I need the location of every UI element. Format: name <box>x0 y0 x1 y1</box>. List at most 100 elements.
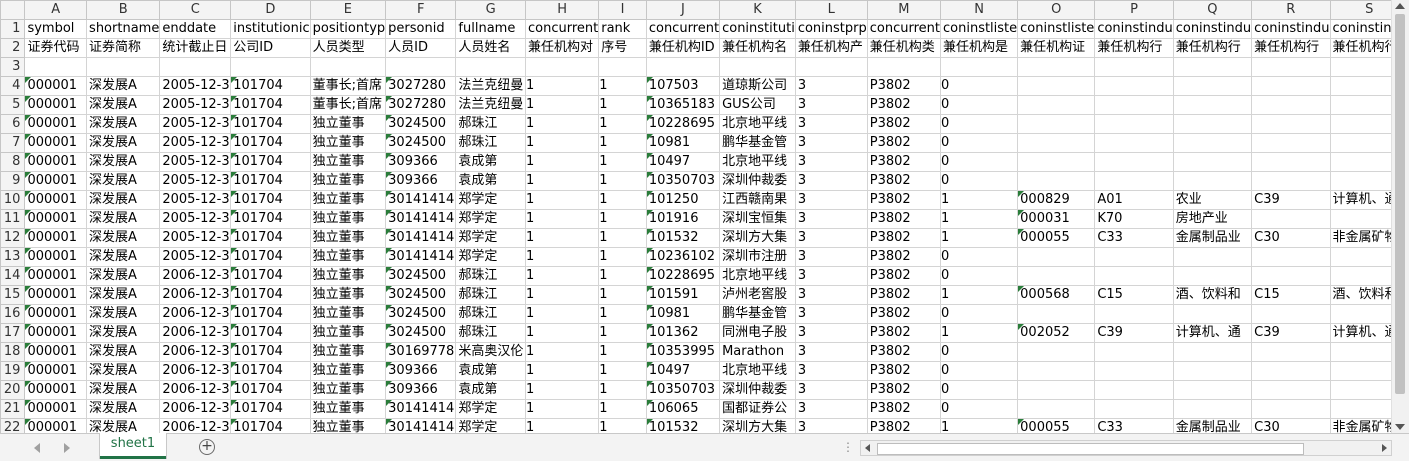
cell-n4[interactable]: 0 <box>939 76 1019 96</box>
cell-m3[interactable] <box>866 57 942 77</box>
cell-b10[interactable]: 深发展A <box>86 190 161 210</box>
cell-e12[interactable]: 独立董事 <box>309 228 387 248</box>
cell-p3[interactable] <box>1094 57 1174 77</box>
cell-i13[interactable]: 1 <box>598 247 647 267</box>
horizontal-scrollbar[interactable] <box>860 440 1392 456</box>
cell-n9[interactable]: 0 <box>939 171 1019 191</box>
cell-j1[interactable]: concurrent <box>645 19 721 39</box>
cell-j16[interactable]: 10981 <box>645 304 721 324</box>
cell-e22[interactable]: 独立董事 <box>309 418 387 433</box>
cell-a3[interactable] <box>24 57 88 77</box>
cell-e8[interactable]: 独立董事 <box>309 152 387 172</box>
cell-b22[interactable]: 深发展A <box>86 418 161 433</box>
cell-a21[interactable]: 000001 <box>24 399 88 419</box>
cell-b11[interactable]: 深发展A <box>86 209 161 229</box>
row-header[interactable]: 9 <box>0 171 26 191</box>
cell-h19[interactable]: 1 <box>524 361 600 381</box>
column-header-g[interactable]: G <box>455 0 526 20</box>
cell-p21[interactable] <box>1094 399 1174 419</box>
cell-l20[interactable]: 3 <box>794 380 868 400</box>
cell-e2[interactable]: 人员类型 <box>309 38 387 58</box>
cell-r4[interactable] <box>1251 76 1331 96</box>
cell-h6[interactable]: 1 <box>524 114 600 134</box>
cell-p13[interactable] <box>1094 247 1174 267</box>
cell-f7[interactable]: 3024500 <box>385 133 457 153</box>
cell-n7[interactable]: 0 <box>939 133 1019 153</box>
column-header-d[interactable]: D <box>230 0 311 20</box>
cell-h20[interactable]: 1 <box>524 380 600 400</box>
cell-o12[interactable]: 000055 <box>1017 228 1096 248</box>
cell-n15[interactable]: 1 <box>939 285 1019 305</box>
horizontal-scroll-thumb[interactable] <box>877 443 1304 455</box>
cell-c1[interactable]: enddate <box>159 19 232 39</box>
cell-c2[interactable]: 统计截止日 <box>159 38 232 58</box>
cell-a4[interactable]: 000001 <box>24 76 88 96</box>
cell-c13[interactable]: 2005-12-3 <box>159 247 232 267</box>
cell-j7[interactable]: 10981 <box>645 133 721 153</box>
cell-g11[interactable]: 郑学定 <box>455 209 526 229</box>
cell-e13[interactable]: 独立董事 <box>309 247 387 267</box>
cell-f9[interactable]: 309366 <box>385 171 457 191</box>
cell-d9[interactable]: 101704 <box>230 171 311 191</box>
cell-f3[interactable] <box>385 57 457 77</box>
cell-m6[interactable]: P3802 <box>866 114 942 134</box>
cell-q20[interactable] <box>1172 380 1253 400</box>
cell-r9[interactable] <box>1251 171 1331 191</box>
column-header-f[interactable]: F <box>385 0 457 20</box>
cell-i16[interactable]: 1 <box>598 304 647 324</box>
cell-e20[interactable]: 独立董事 <box>309 380 387 400</box>
cell-p12[interactable]: C33 <box>1094 228 1174 248</box>
cell-k5[interactable]: GUS公司 <box>719 95 796 115</box>
row-header[interactable]: 5 <box>0 95 26 115</box>
cell-m19[interactable]: P3802 <box>866 361 942 381</box>
column-header-c[interactable]: C <box>159 0 232 20</box>
sheet-tab-sheet1[interactable]: sheet1 <box>100 433 166 459</box>
cell-l15[interactable]: 3 <box>794 285 868 305</box>
cell-n22[interactable]: 1 <box>939 418 1019 433</box>
cell-f14[interactable]: 3024500 <box>385 266 457 286</box>
cell-e15[interactable]: 独立董事 <box>309 285 387 305</box>
cell-h8[interactable]: 1 <box>524 152 600 172</box>
cell-b1[interactable]: shortname <box>86 19 161 39</box>
cell-c11[interactable]: 2005-12-3 <box>159 209 232 229</box>
cell-n6[interactable]: 0 <box>939 114 1019 134</box>
cell-j17[interactable]: 101362 <box>645 323 721 343</box>
cell-r19[interactable] <box>1251 361 1331 381</box>
cell-e5[interactable]: 董事长;首席 <box>309 95 387 115</box>
cell-b13[interactable]: 深发展A <box>86 247 161 267</box>
cell-p2[interactable]: 兼任机构行 <box>1094 38 1174 58</box>
cell-i8[interactable]: 1 <box>598 152 647 172</box>
cell-b21[interactable]: 深发展A <box>86 399 161 419</box>
cell-d3[interactable] <box>230 57 311 77</box>
row-header[interactable]: 20 <box>0 380 26 400</box>
cell-l1[interactable]: coninstprp <box>794 19 868 39</box>
cell-i1[interactable]: rank <box>598 19 647 39</box>
cell-b20[interactable]: 深发展A <box>86 380 161 400</box>
cell-h11[interactable]: 1 <box>524 209 600 229</box>
cell-d2[interactable]: 公司ID <box>230 38 311 58</box>
cell-f6[interactable]: 3024500 <box>385 114 457 134</box>
cell-o13[interactable] <box>1017 247 1096 267</box>
cell-l4[interactable]: 3 <box>794 76 868 96</box>
column-header-m[interactable]: M <box>866 0 942 20</box>
cell-e3[interactable] <box>309 57 387 77</box>
cell-o2[interactable]: 兼任机构证 <box>1017 38 1096 58</box>
cell-f5[interactable]: 3027280 <box>385 95 457 115</box>
cell-d22[interactable]: 101704 <box>230 418 311 433</box>
cell-j8[interactable]: 10497 <box>645 152 721 172</box>
cell-o20[interactable] <box>1017 380 1096 400</box>
cell-a14[interactable]: 000001 <box>24 266 88 286</box>
cell-k11[interactable]: 深圳宝恒集 <box>719 209 796 229</box>
cell-r15[interactable]: C15 <box>1251 285 1331 305</box>
cell-n14[interactable]: 0 <box>939 266 1019 286</box>
cell-g8[interactable]: 袁成第 <box>455 152 526 172</box>
cell-k12[interactable]: 深圳方大集 <box>719 228 796 248</box>
cell-o3[interactable] <box>1017 57 1096 77</box>
row-header[interactable]: 12 <box>0 228 26 248</box>
cell-o21[interactable] <box>1017 399 1096 419</box>
cell-d6[interactable]: 101704 <box>230 114 311 134</box>
row-header[interactable]: 22 <box>0 418 26 433</box>
cell-l17[interactable]: 3 <box>794 323 868 343</box>
cell-p8[interactable] <box>1094 152 1174 172</box>
cell-o10[interactable]: 000829 <box>1017 190 1096 210</box>
